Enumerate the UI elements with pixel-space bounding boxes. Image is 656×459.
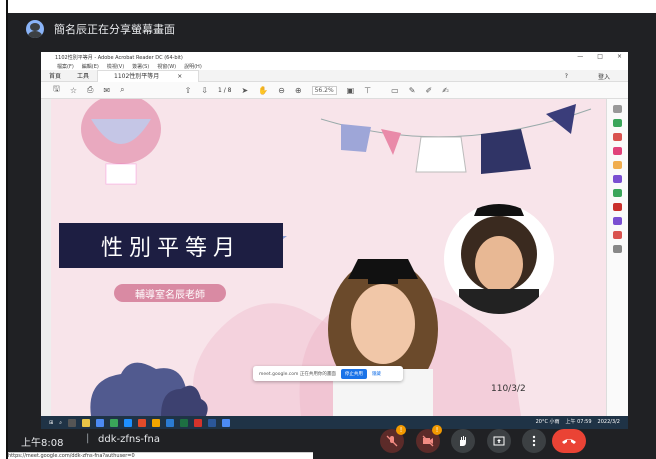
more-options-button[interactable]	[522, 429, 546, 453]
present-icon	[493, 436, 505, 446]
zoom-tool-icon[interactable]	[613, 105, 622, 113]
mic-toggle-button[interactable]: !	[380, 425, 406, 453]
left-nav-rail[interactable]	[41, 99, 51, 416]
more-vert-icon	[532, 435, 536, 447]
left-border	[0, 0, 8, 459]
search-icon[interactable]: ⌕	[120, 85, 124, 95]
draw-icon[interactable]: ✐	[425, 86, 432, 95]
hand-icon	[460, 436, 466, 446]
fit-icon[interactable]: ▣	[347, 86, 355, 95]
zoom-select[interactable]: 56.2%	[311, 85, 337, 95]
page-up-icon[interactable]: ⇧	[185, 86, 192, 95]
cursor-icon[interactable]: ➤	[242, 86, 249, 95]
page-indicator[interactable]: 1 / 8	[218, 87, 232, 94]
comment-icon[interactable]: ▭	[391, 86, 399, 95]
hide-button[interactable]: 隱藏	[372, 371, 381, 377]
acrobat-title: 1102性別平等月 - Adobe Acrobat Reader DC (64-…	[55, 54, 183, 61]
present-button[interactable]	[487, 429, 511, 453]
boy-photo	[444, 204, 554, 314]
star-icon[interactable]: ☆	[70, 86, 77, 95]
menu-file[interactable]: 檔案(F)	[57, 63, 74, 70]
camera-toggle-button[interactable]: !	[416, 425, 442, 453]
meeting-code[interactable]: ddk-zfns-fna	[98, 434, 160, 445]
signin-link[interactable]: 登入	[590, 72, 618, 81]
page-down-icon[interactable]: ⇩	[201, 86, 208, 95]
leave-call-button[interactable]	[552, 429, 586, 453]
menu-window[interactable]: 視窗(W)	[157, 63, 176, 70]
top-edge	[8, 0, 656, 13]
camera-off-icon	[422, 435, 434, 447]
print-icon[interactable]: ⎙	[87, 85, 93, 95]
close-window-icon[interactable]: ×	[617, 53, 622, 60]
menu-help[interactable]: 說明(H)	[184, 63, 202, 70]
hangup-icon	[562, 439, 576, 444]
tab-close-icon[interactable]: ×	[169, 73, 190, 80]
camera-warning-badge: !	[432, 425, 442, 435]
comment-tool-icon[interactable]	[613, 161, 622, 169]
edit-pdf-icon[interactable]	[613, 133, 622, 141]
scroll-mode-icon[interactable]: ⊤	[364, 86, 371, 95]
mic-warning-badge: !	[396, 425, 406, 435]
combine-icon[interactable]	[613, 175, 622, 183]
mail-icon[interactable]: ✉	[103, 86, 110, 95]
raise-hand-button[interactable]	[451, 429, 475, 453]
presenter-text: 簡名辰正在分享螢幕畫面	[54, 23, 175, 36]
sign-icon[interactable]: ✍	[442, 86, 449, 95]
menu-edit[interactable]: 編輯(E)	[82, 63, 99, 70]
mic-off-icon	[386, 435, 398, 447]
slide-date: 110/3/2	[491, 384, 526, 394]
shared-screen: 1102性別平等月 - Adobe Acrobat Reader DC (64-…	[41, 52, 628, 429]
share-notification-text: meet.google.com 正在共用你的畫面	[259, 371, 336, 377]
export-pdf-icon[interactable]	[613, 147, 622, 155]
tab-tools[interactable]: 工具	[69, 71, 97, 80]
page-total: / 8	[223, 86, 232, 94]
meeting-time: 上午8:08	[21, 438, 64, 449]
girl-photo	[328, 259, 438, 416]
zoom-out-icon[interactable]: ⊖	[278, 86, 285, 95]
page-current[interactable]: 1	[218, 87, 222, 94]
menu-view[interactable]: 檢視(V)	[107, 63, 124, 70]
status-url: https://meet.google.com/ddk-zfns-fna?aut…	[8, 452, 313, 459]
slide-title: 性別平等月	[59, 223, 283, 268]
right-tools-rail	[606, 99, 628, 416]
minimize-icon[interactable]: —	[577, 53, 583, 60]
menu-sign[interactable]: 簽署(S)	[132, 63, 149, 70]
presenter-banner: 簡名辰正在分享螢幕畫面	[26, 20, 175, 38]
separator: |	[86, 433, 90, 444]
zoom-in-icon[interactable]: ⊕	[295, 86, 302, 95]
help-icon[interactable]: ?	[557, 73, 576, 80]
slide-subtitle: 輔導室名辰老師	[114, 284, 226, 302]
tab-document-label: 1102性別平等月	[114, 72, 160, 80]
acrobat-tabs: 首頁 工具 1102性別平等月 × ? 登入	[41, 69, 628, 82]
protect-icon[interactable]	[613, 217, 622, 225]
acrobat-titlebar: 1102性別平等月 - Adobe Acrobat Reader DC (64-…	[41, 52, 628, 62]
stop-sharing-button[interactable]: 停止共用	[340, 368, 367, 379]
save-icon[interactable]: 🖫	[53, 83, 60, 97]
acrobat-toolbar: 🖫 ☆ ⎙ ✉ ⌕ ⇧ ⇩ 1 / 8 ➤ ✋ ⊖ ⊕ 56.2% ▣ ⊤ ▭ …	[41, 82, 628, 99]
create-pdf-icon[interactable]	[613, 119, 622, 127]
more-tools-icon[interactable]	[613, 245, 622, 253]
pdf-page: 性別平等月 輔導室名辰老師 110/3/2 meet.google.com 正在…	[51, 99, 606, 416]
pen-icon[interactable]: ✎	[409, 86, 416, 95]
meet-window: 簡名辰正在分享螢幕畫面 1102性別平等月 - Adobe Acrobat Re…	[8, 13, 656, 459]
share-notification: meet.google.com 正在共用你的畫面 停止共用 隱藏	[253, 366, 403, 381]
organize-icon[interactable]	[613, 189, 622, 197]
tab-document[interactable]: 1102性別平等月 ×	[97, 69, 200, 82]
redact-icon[interactable]	[613, 231, 622, 239]
hand-icon[interactable]: ✋	[258, 86, 268, 95]
maximize-icon[interactable]: □	[597, 53, 603, 60]
tab-home[interactable]: 首頁	[41, 71, 69, 80]
presenter-avatar	[26, 20, 44, 38]
fill-sign-icon[interactable]	[613, 203, 622, 211]
